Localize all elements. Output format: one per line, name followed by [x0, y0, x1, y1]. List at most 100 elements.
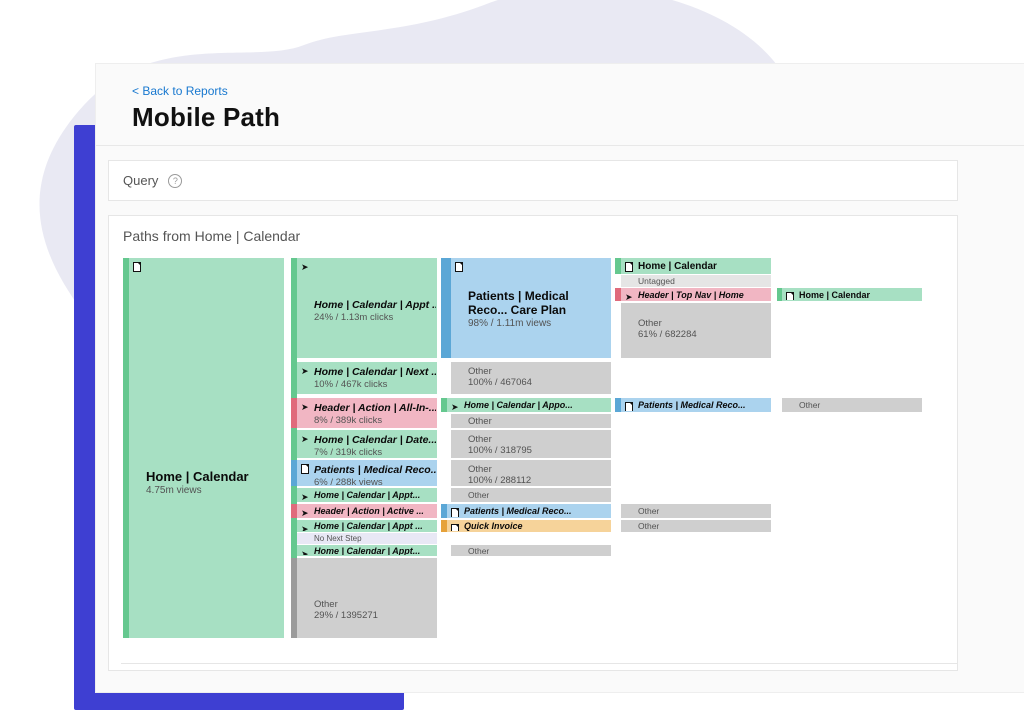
node-appo[interactable]: ➤ Home | Calendar | Appo...: [447, 398, 611, 412]
bottom-divider: [121, 663, 957, 664]
node-sub: 7% / 319k clicks: [314, 447, 432, 458]
node-date[interactable]: ➤ Home | Calendar | Date... 7% / 319k cl…: [297, 430, 437, 458]
node-c2-other4[interactable]: Other 100% / 288112: [451, 460, 611, 486]
node-label: Home | Calendar: [146, 469, 279, 485]
node-label: Home | Calendar | Appt...: [314, 490, 432, 501]
node-label: Other: [468, 416, 606, 427]
node-label: Home | Calendar | Appt ...: [314, 299, 432, 312]
node-sub: 61% / 682284: [638, 329, 766, 340]
node-label: Other: [468, 546, 606, 556]
node-allin[interactable]: ➤ Header | Action | All-In-... 8% / 389k…: [297, 398, 437, 428]
node-label: Home | Calendar | Next ...: [314, 366, 432, 379]
node-c2-other6[interactable]: Other: [451, 545, 611, 556]
cursor-icon: ➤: [301, 434, 309, 445]
page-icon: [451, 524, 459, 532]
strip-careplan: [441, 258, 451, 358]
node-next[interactable]: ➤ Home | Calendar | Next ... 10% / 467k …: [297, 362, 437, 394]
node-label: Quick Invoice: [464, 521, 606, 532]
node-sub: 98% / 1.11m views: [468, 318, 606, 330]
node-c2-other5[interactable]: Other: [451, 488, 611, 502]
path-diagram: Home | Calendar 4.75m views ➤ Home | Cal…: [123, 258, 943, 658]
node-c2-other2[interactable]: Other: [451, 414, 611, 428]
report-panel: < Back to Reports Mobile Path Query ? Pa…: [95, 63, 1024, 693]
node-c3-medrec[interactable]: Patients | Medical Reco...: [621, 398, 771, 412]
node-c2-other1[interactable]: Other 100% / 467064: [451, 362, 611, 394]
node-label: Patients | Medical Reco...: [464, 506, 606, 517]
node-label: Other: [468, 464, 606, 475]
node-c2-other3[interactable]: Other 100% / 318795: [451, 430, 611, 458]
node-sub: 100% / 288112: [468, 475, 606, 486]
node-label: Home | Calendar: [799, 290, 917, 301]
node-c3-untag[interactable]: Untagged: [621, 275, 771, 287]
node-label: Patients | Medical Reco...: [638, 400, 766, 411]
node-label: Other: [468, 366, 606, 377]
cursor-icon: ➤: [301, 508, 309, 518]
node-c3-homecal[interactable]: Home | Calendar: [621, 258, 771, 274]
node-label: Other: [314, 599, 432, 610]
node-appt2[interactable]: ➤ Home | Calendar | Appt...: [297, 488, 437, 502]
node-label: Header | Action | Active ...: [314, 506, 432, 517]
node-careplan[interactable]: Patients | Medical Reco... Care Plan 98%…: [451, 258, 611, 358]
node-c4-other[interactable]: Other: [782, 398, 922, 412]
page-icon: [451, 508, 459, 518]
page-icon: [625, 402, 633, 412]
node-label: Other: [468, 490, 606, 500]
cursor-icon: ➤: [625, 292, 633, 301]
paths-title: Paths from Home | Calendar: [123, 228, 943, 244]
cursor-icon: ➤: [301, 492, 309, 502]
query-label: Query: [123, 173, 158, 188]
node-sub: 10% / 467k clicks: [314, 379, 432, 390]
node-appt[interactable]: ➤ Home | Calendar | Appt ... 24% / 1.13m…: [297, 258, 437, 358]
help-icon[interactable]: ?: [168, 174, 182, 188]
node-c3-other3[interactable]: Other: [621, 520, 771, 532]
page-icon: [301, 464, 309, 474]
node-label: Home | Calendar | Appo...: [464, 400, 606, 411]
node-label: Home | Calendar: [638, 261, 766, 273]
node-root[interactable]: Home | Calendar 4.75m views: [129, 258, 284, 638]
node-label: Untagged: [638, 276, 766, 286]
node-label: Home | Calendar | Appt ...: [314, 521, 432, 532]
node-c3-other2[interactable]: Other: [621, 504, 771, 518]
query-card: Query ?: [108, 160, 958, 201]
cursor-icon: ➤: [301, 549, 309, 556]
node-c4-homecal[interactable]: Home | Calendar: [782, 288, 922, 301]
node-sub: 100% / 467064: [468, 377, 606, 388]
node-qinv[interactable]: Quick Invoice: [447, 520, 611, 532]
node-active[interactable]: ➤ Header | Action | Active ...: [297, 504, 437, 518]
node-sub: 29% / 1395271: [314, 610, 432, 621]
node-label: Other: [638, 318, 766, 329]
node-label: Home | Calendar | Date...: [314, 434, 432, 447]
back-to-reports-link[interactable]: < Back to Reports: [132, 84, 228, 98]
node-label: Header | Top Nav | Home: [638, 290, 766, 301]
cursor-icon: ➤: [301, 524, 309, 532]
node-sub: 24% / 1.13m clicks: [314, 312, 432, 323]
node-medrec[interactable]: Patients | Medical Reco... 6% / 288k vie…: [297, 460, 437, 486]
node-appt-s2[interactable]: ➤ Home | Calendar | Appt...: [297, 545, 437, 556]
node-label: Header | Action | All-In-...: [314, 402, 432, 415]
divider: [96, 145, 1024, 146]
node-other[interactable]: Other 29% / 1395271: [297, 558, 437, 638]
page-title: Mobile Path: [132, 102, 1024, 133]
node-nonext[interactable]: No Next Step: [297, 533, 437, 544]
node-c2-medrec[interactable]: Patients | Medical Reco...: [447, 504, 611, 518]
node-sub: 100% / 318795: [468, 445, 606, 456]
node-c3-topnav[interactable]: ➤ Header | Top Nav | Home: [621, 288, 771, 301]
node-sub: 4.75m views: [146, 485, 279, 497]
paths-card: Paths from Home | Calendar Home | Calend…: [108, 215, 958, 671]
node-appt-s1[interactable]: ➤ Home | Calendar | Appt ...: [297, 520, 437, 532]
page-icon: [786, 292, 794, 301]
page-icon: [455, 262, 463, 272]
cursor-icon: ➤: [301, 262, 309, 273]
node-sub: 6% / 288k views: [314, 477, 432, 486]
node-label: Home | Calendar | Appt...: [314, 546, 432, 556]
node-label: No Next Step: [314, 534, 432, 544]
node-label: Patients | Medical Reco... Care Plan: [468, 289, 606, 318]
node-label: Other: [468, 434, 606, 445]
node-label: Other: [799, 400, 917, 410]
cursor-icon: ➤: [301, 402, 309, 413]
node-c3-other[interactable]: Other 61% / 682284: [621, 303, 771, 358]
cursor-icon: ➤: [301, 366, 309, 377]
node-label: Other: [638, 506, 766, 516]
node-sub: 8% / 389k clicks: [314, 415, 432, 426]
cursor-icon: ➤: [451, 402, 459, 412]
